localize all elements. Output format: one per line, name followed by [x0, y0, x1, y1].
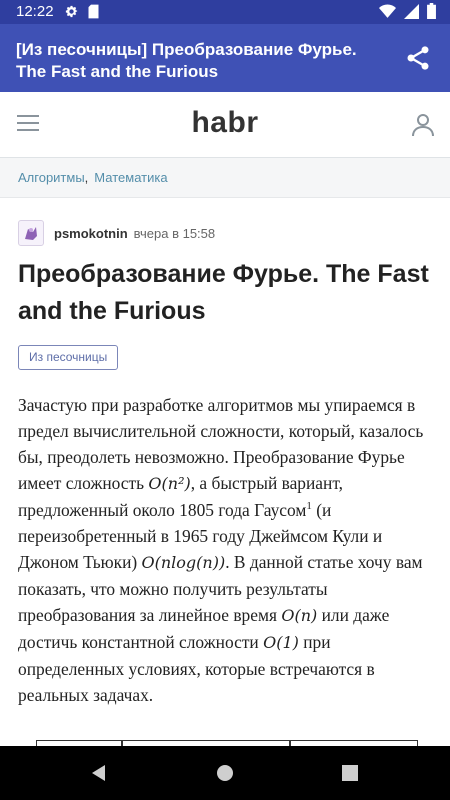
sandbox-badge[interactable]: Из песочницы — [18, 345, 119, 370]
status-left-icons — [64, 4, 100, 19]
recents-icon[interactable] — [341, 764, 359, 782]
math-complexity-nlogn: O(nlog(n)) — [141, 553, 226, 572]
back-icon[interactable] — [90, 764, 108, 782]
share-icon[interactable] — [404, 44, 432, 72]
home-icon[interactable] — [216, 764, 234, 782]
post-date: вчера в 15:58 — [133, 225, 216, 241]
hub-link-math[interactable]: Математика — [94, 170, 167, 185]
app-bar: [Из песочницы] Преобразование Фурье. The… — [0, 24, 450, 92]
hub-list: Алгоритмы, Математика — [18, 170, 168, 185]
author-name[interactable]: psmokotnin — [54, 226, 128, 241]
math-complexity-n2: O(n²) — [148, 474, 191, 493]
battery-icon — [427, 3, 436, 19]
user-icon[interactable] — [412, 113, 434, 137]
signal-icon — [404, 3, 419, 19]
post-meta: psmokotnin вчера в 15:58 — [18, 220, 215, 246]
author-avatar[interactable] — [18, 220, 44, 246]
habr-logo[interactable]: habr — [0, 106, 450, 140]
hubs-bar: Алгоритмы, Математика — [0, 158, 450, 198]
hub-link-algorithms[interactable]: Алгоритмы — [18, 170, 85, 185]
status-time: 12:22 — [16, 3, 54, 20]
system-nav-bar — [0, 746, 450, 800]
math-complexity-n: O(n) — [281, 606, 318, 625]
gear-icon — [65, 5, 78, 18]
post-body: Зачастую при разработке алгоритмов мы уп… — [18, 392, 436, 708]
app-bar-title: [Из песочницы] Преобразование Фурье. The… — [16, 40, 357, 81]
wifi-icon — [379, 3, 396, 18]
status-bar: 12:22 — [0, 0, 450, 24]
avatar-icon — [25, 227, 37, 240]
post-title: Преобразование Фурье. The Fast and the F… — [18, 260, 429, 325]
hub-separator: , — [84, 170, 89, 185]
site-header: habr — [0, 92, 450, 158]
status-right-icons — [379, 3, 436, 19]
sd-card-icon — [88, 4, 99, 19]
math-complexity-1: O(1) — [263, 633, 299, 652]
